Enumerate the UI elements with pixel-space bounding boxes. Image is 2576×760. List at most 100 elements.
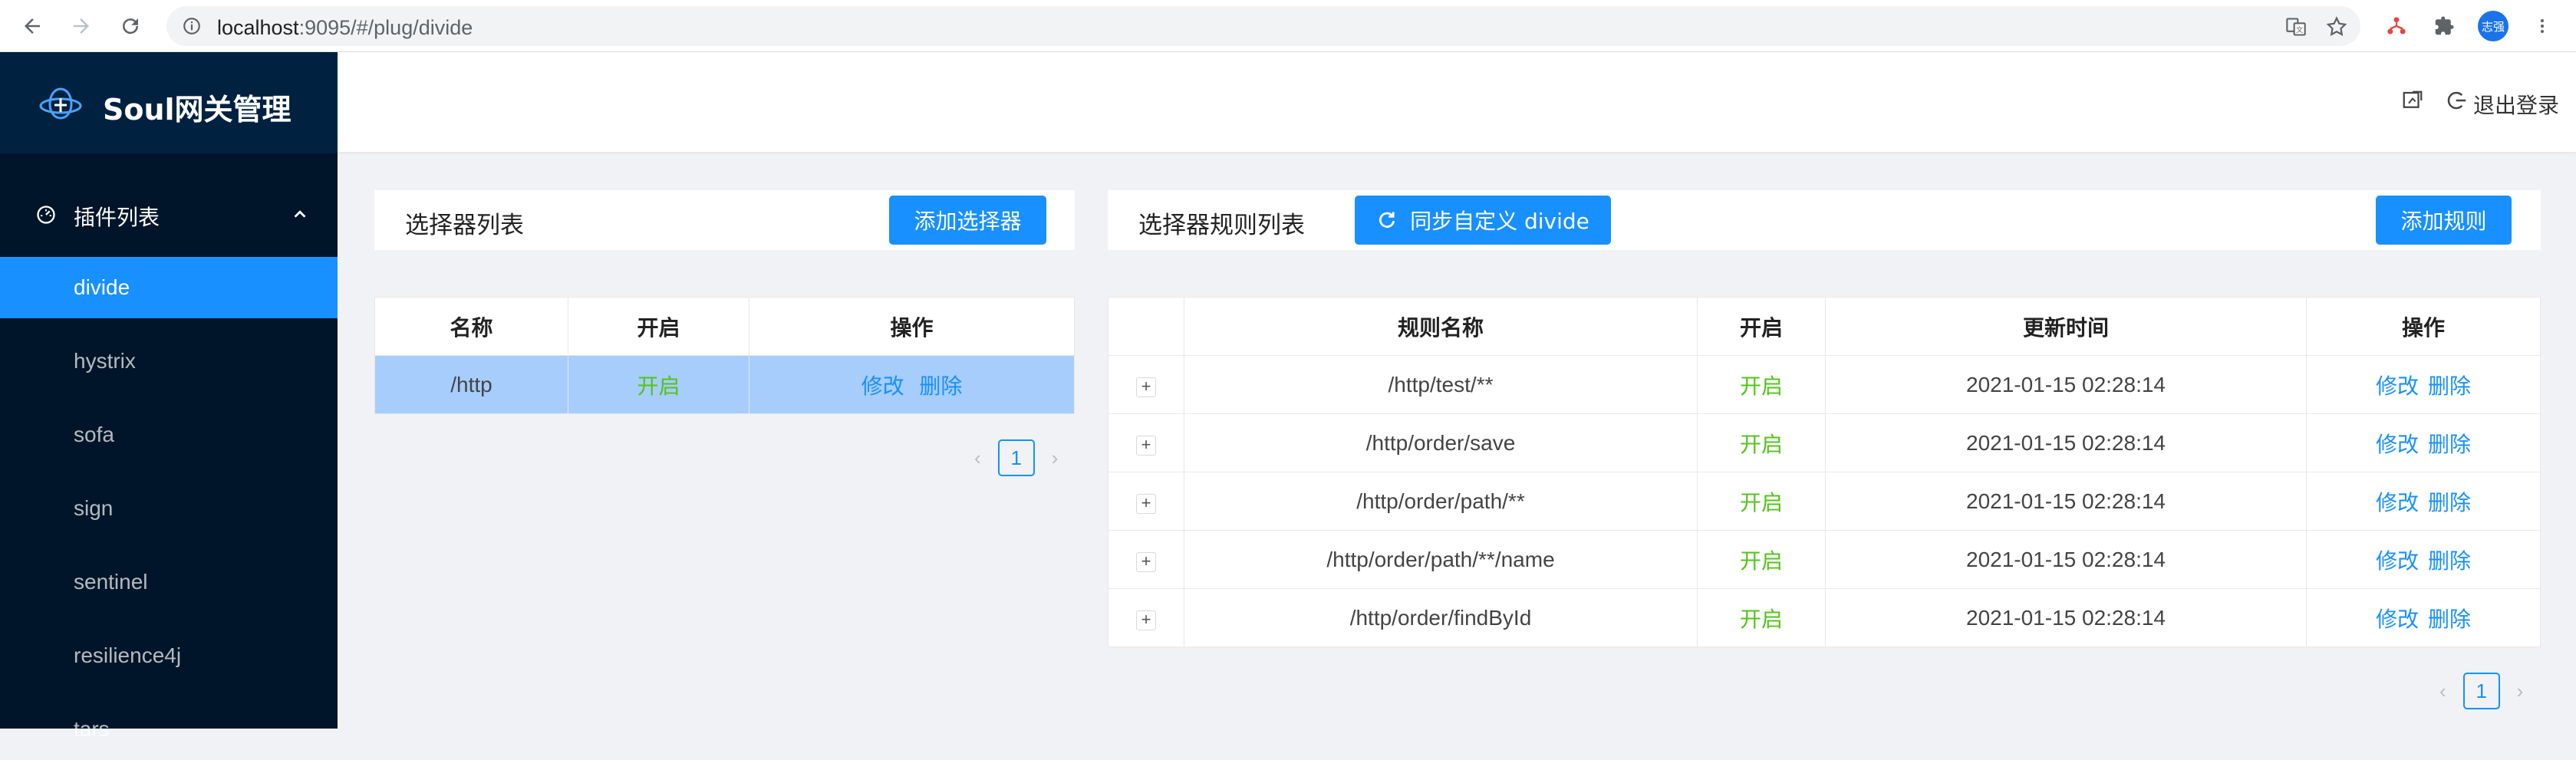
expand-row-button[interactable]: + — [1136, 610, 1156, 630]
translate-icon[interactable]: 文 — [2285, 16, 2307, 38]
sidebar-item-sentinel[interactable]: sentinel — [0, 551, 338, 613]
sidebar-item-resilience4j[interactable]: resilience4j — [0, 625, 338, 686]
prev-page-icon[interactable]: ‹ — [2439, 679, 2446, 703]
prev-page-icon[interactable]: ‹ — [974, 446, 981, 470]
page-number-button[interactable]: 1 — [997, 439, 1035, 476]
url-path: :9095/#/plug/divide — [298, 16, 473, 39]
expand-cell: + — [1108, 472, 1184, 531]
status-badge: 开启 — [1739, 373, 1783, 399]
status-cell: 开启 — [1697, 588, 1826, 647]
sidebar-item-label: sign — [74, 496, 114, 520]
sync-icon — [1379, 212, 1395, 229]
delete-link[interactable]: 删除 — [2428, 432, 2471, 457]
selector-panel-header: 选择器列表 添加选择器 — [374, 190, 1075, 250]
extension-button[interactable] — [2378, 8, 2415, 44]
add-selector-button[interactable]: 添加选择器 — [889, 196, 1046, 245]
delete-link[interactable]: 删除 — [2428, 490, 2471, 515]
page-number-button[interactable]: 1 — [2462, 673, 2500, 709]
sidebar-item-hystrix[interactable]: hystrix — [0, 331, 338, 392]
reload-button[interactable] — [112, 8, 149, 44]
more-vertical-icon — [2541, 19, 2544, 33]
logout-icon[interactable] — [2446, 89, 2469, 112]
actions-cell: 修改 删除 — [749, 355, 1075, 414]
sidebar-item-label: resilience4j — [74, 643, 182, 667]
table-row: + /http/order/save 开启 2021-01-15 02:28:1… — [1108, 413, 2541, 472]
rule-name: /http/order/path/**/name — [1184, 530, 1698, 589]
edit-link[interactable]: 修改 — [2376, 607, 2419, 632]
sidebar-item-label: hystrix — [74, 349, 136, 373]
logout-link[interactable]: 退出登录 — [2473, 89, 2559, 120]
expand-row-button[interactable]: + — [1136, 435, 1156, 456]
next-page-icon[interactable]: › — [2517, 679, 2524, 703]
edit-link[interactable]: 修改 — [2376, 490, 2419, 515]
edit-link[interactable]: 修改 — [2376, 548, 2419, 574]
extensions-button[interactable] — [2426, 8, 2462, 44]
status-cell: 开启 — [1697, 472, 1826, 531]
selector-table: 名称 开启 操作 /http 开启 修改 删除 — [374, 297, 1075, 414]
star-icon[interactable] — [2325, 15, 2348, 38]
arrow-left-icon — [25, 18, 40, 34]
chevron-up-icon — [294, 210, 306, 218]
edit-link[interactable]: 修改 — [861, 373, 904, 399]
status-cell: 开启 — [1697, 530, 1826, 589]
delete-link[interactable]: 删除 — [919, 373, 962, 399]
next-page-icon[interactable]: › — [1052, 446, 1059, 470]
sidebar-item-label: divide — [74, 275, 130, 299]
menu-group-plugins[interactable]: 插件列表 — [0, 184, 338, 245]
address-bar[interactable]: localhost:9095/#/plug/divide 文 — [166, 6, 2360, 46]
info-icon — [183, 18, 200, 35]
expand-row-button[interactable]: + — [1136, 377, 1156, 397]
add-rule-button[interactable]: 添加规则 — [2376, 196, 2512, 245]
logo-bar[interactable]: Soul网关管理 — [0, 52, 338, 153]
status-badge: 开启 — [637, 373, 680, 399]
delete-link[interactable]: 删除 — [2428, 607, 2471, 632]
edit-link[interactable]: 修改 — [2376, 373, 2419, 399]
table-row: + /http/test/** 开启 2021-01-15 02:28:14 修… — [1108, 355, 2541, 414]
sidebar-item-sign[interactable]: sign — [0, 478, 338, 539]
expand-row-button[interactable]: + — [1136, 493, 1156, 514]
sidebar-item-label: tars — [74, 717, 110, 741]
table-row: + /http/order/findById 开启 2021-01-15 02:… — [1108, 588, 2541, 647]
updated-time: 2021-01-15 02:28:14 — [1825, 355, 2307, 414]
edit-link[interactable]: 修改 — [2376, 432, 2419, 457]
expand-cell: + — [1108, 530, 1184, 589]
delete-link[interactable]: 删除 — [2428, 373, 2471, 399]
back-button[interactable] — [14, 8, 51, 44]
sidebar-item-divide[interactable]: divide — [0, 257, 338, 318]
sidebar-item-tars[interactable]: tars — [0, 699, 338, 760]
status-badge: 开启 — [1739, 548, 1783, 574]
profile-button[interactable]: 志强 — [2475, 8, 2512, 44]
column-header: 操作 — [2306, 297, 2541, 356]
column-header: 规则名称 — [1184, 297, 1698, 356]
rule-pagination: ‹ 1 › — [2439, 673, 2523, 709]
updated-time: 2021-01-15 02:28:14 — [1825, 413, 2307, 472]
fullscreen-icon[interactable] — [2401, 89, 2424, 112]
status-badge: 开启 — [1739, 489, 1783, 515]
forward-button[interactable] — [63, 8, 100, 44]
expand-row-button[interactable]: + — [1136, 551, 1156, 572]
updated-time: 2021-01-15 02:28:14 — [1825, 472, 2307, 531]
sidebar-item-sofa[interactable]: sofa — [0, 404, 338, 466]
sidebar-item-label: sentinel — [74, 570, 148, 594]
column-header: 开启 — [568, 297, 749, 356]
status-cell: 开启 — [1697, 355, 1826, 414]
status-cell: 开启 — [1697, 413, 1826, 472]
rule-name: /http/order/path/** — [1184, 472, 1698, 531]
rule-table: 规则名称 开启 更新时间 操作 + /http/test/** 开启 2021-… — [1108, 297, 2541, 647]
rule-panel-title: 选择器规则列表 — [1138, 212, 1305, 239]
delete-link[interactable]: 删除 — [2428, 548, 2471, 574]
browser-menu-button[interactable] — [2524, 8, 2561, 44]
top-header: 退出登录 — [338, 52, 2576, 152]
selector-pagination: ‹ 1 › — [974, 439, 1058, 476]
column-header: 更新时间 — [1825, 297, 2307, 356]
menu-group-label: 插件列表 — [74, 205, 160, 230]
table-row[interactable]: /http 开启 修改 删除 — [374, 355, 1075, 414]
rule-panel-header: 选择器规则列表 同步自定义 divide 添加规则 — [1108, 190, 2541, 250]
status-badge: 开启 — [1739, 431, 1783, 457]
expand-cell: + — [1108, 413, 1184, 472]
dashboard-icon — [37, 206, 55, 224]
updated-time: 2021-01-15 02:28:14 — [1825, 588, 2307, 647]
sync-divide-button[interactable]: 同步自定义 divide — [1355, 196, 1611, 245]
table-header-row: 规则名称 开启 更新时间 操作 — [1108, 297, 2541, 356]
browser-toolbar: localhost:9095/#/plug/divide 文 志强 — [0, 0, 2576, 52]
